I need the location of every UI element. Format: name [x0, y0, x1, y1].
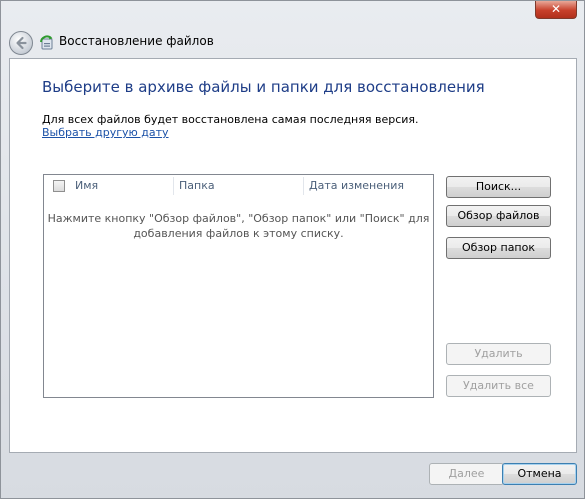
column-header-folder[interactable]: Папка: [179, 179, 215, 192]
file-list[interactable]: Имя Папка Дата изменения Нажмите кнопку …: [43, 174, 434, 398]
title-bar: ✕: [1, 1, 584, 29]
column-divider[interactable]: [173, 177, 174, 195]
close-button[interactable]: ✕: [535, 1, 577, 19]
remove-all-button[interactable]: Удалить все: [446, 375, 551, 397]
cancel-button[interactable]: Отмена: [502, 463, 577, 485]
restore-files-icon: [40, 35, 53, 50]
column-header-name[interactable]: Имя: [75, 179, 98, 192]
window-title: Восстановление файлов: [59, 34, 214, 48]
navigation-bar: Восстановление файлов: [1, 29, 584, 57]
choose-date-link[interactable]: Выбрать другую дату: [42, 126, 169, 139]
column-header-date[interactable]: Дата изменения: [309, 179, 404, 192]
restore-files-window: ✕ Восстановление файлов Выберите в архив…: [0, 0, 585, 499]
back-arrow-icon: [16, 36, 27, 50]
content-panel: Выберите в архиве файлы и папки для восс…: [9, 58, 577, 453]
browse-files-button[interactable]: Обзор файлов: [446, 205, 551, 227]
empty-message-line: Нажмите кнопку "Обзор файлов", "Обзор па…: [47, 212, 430, 225]
close-icon: ✕: [550, 2, 562, 16]
page-title: Выберите в архиве файлы и папки для восс…: [42, 78, 485, 96]
back-button[interactable]: [9, 31, 33, 55]
column-divider[interactable]: [303, 177, 304, 195]
search-button[interactable]: Поиск...: [446, 176, 551, 198]
info-text: Для всех файлов будет восстановлена сама…: [42, 113, 419, 126]
empty-list-message: Нажмите кнопку "Обзор файлов", "Обзор па…: [44, 211, 433, 241]
next-button[interactable]: Далее: [429, 463, 504, 485]
empty-message-line: добавления файлов к этому списку.: [133, 227, 344, 240]
browse-folders-button[interactable]: Обзор папок: [446, 237, 551, 259]
list-header: Имя Папка Дата изменения: [44, 175, 433, 197]
select-all-checkbox[interactable]: [53, 180, 65, 192]
remove-button[interactable]: Удалить: [446, 343, 551, 365]
